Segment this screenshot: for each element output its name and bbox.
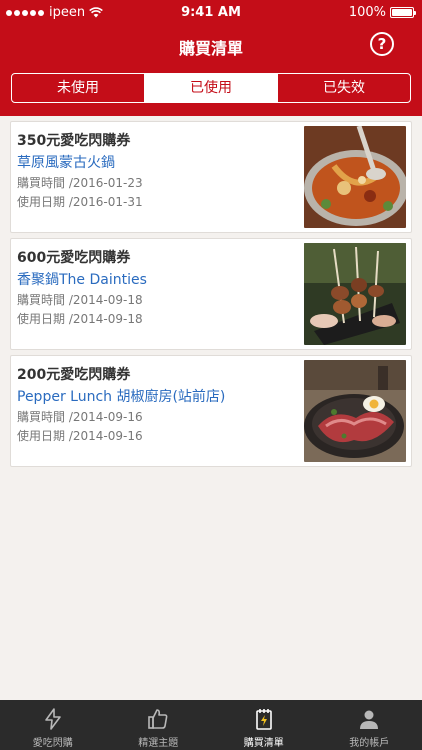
- battery-icon: [390, 7, 416, 18]
- use-date-row: 使用日期 /2016-01-31: [17, 195, 143, 209]
- use-date-row: 使用日期 /2014-09-16: [17, 429, 143, 443]
- header-bar: ipeen 9:41 AM 100% 購買清單 ? 未使用 已使用 已失效: [0, 0, 422, 116]
- skewers-photo: [304, 243, 406, 345]
- use-date-label: 使用日期: [17, 312, 66, 326]
- voucher-card[interactable]: 350元愛吃閃購券 草原風蒙古火鍋 購買時間 /2016-01-23 使用日期 …: [10, 121, 412, 233]
- use-date-value: 2014-09-16: [72, 429, 143, 443]
- voucher-title: 200元愛吃閃購券: [17, 367, 131, 383]
- voucher-card[interactable]: 600元愛吃閃購券 香聚鍋The Dainties 購買時間 /2014-09-…: [10, 238, 412, 350]
- use-date-value: 2014-09-18: [72, 312, 143, 326]
- page-title: 購買清單: [178, 39, 243, 58]
- lightning-icon: [44, 708, 61, 730]
- tab-flash-deals[interactable]: 愛吃閃購: [0, 700, 106, 750]
- tab-label: 購買清單: [243, 738, 284, 749]
- tab-label: 愛吃閃購: [32, 738, 73, 749]
- beef-hotplate-photo: [304, 360, 406, 462]
- voucher-store-name[interactable]: 香聚鍋The Dainties: [17, 269, 147, 289]
- voucher-card[interactable]: 200元愛吃閃購券 Pepper Lunch 胡椒廚房(站前店) 購買時間 /2…: [10, 355, 412, 467]
- use-date-label: 使用日期: [17, 195, 66, 209]
- purchase-time-row: 購買時間 /2016-01-23: [17, 176, 143, 190]
- segment-used[interactable]: 已使用: [144, 74, 277, 102]
- segment-expired[interactable]: 已失效: [277, 74, 410, 102]
- status-segmented-control: 未使用 已使用 已失效: [11, 73, 411, 103]
- status-bar: ipeen 9:41 AM 100%: [0, 0, 422, 26]
- battery-percent: 100%: [348, 5, 386, 20]
- tab-my-account[interactable]: 我的帳戶: [317, 700, 422, 750]
- purchase-time-label: 購買時間: [17, 410, 66, 424]
- bottom-tab-bar: 愛吃閃購 精選主題 購買清單 我的帳戶: [0, 700, 422, 750]
- purchase-time-label: 購買時間: [17, 293, 66, 307]
- voucher-title: 600元愛吃閃購券: [17, 250, 131, 266]
- use-date-value: 2016-01-31: [72, 195, 143, 209]
- segment-unused[interactable]: 未使用: [12, 74, 144, 102]
- tab-featured-topics[interactable]: 精選主題: [106, 700, 212, 750]
- purchase-time-label: 購買時間: [17, 176, 66, 190]
- voucher-store-name[interactable]: 草原風蒙古火鍋: [17, 152, 115, 172]
- thumbs-up-icon: [148, 709, 168, 729]
- voucher-title: 350元愛吃閃購券: [17, 133, 131, 149]
- help-button[interactable]: ?: [370, 32, 394, 56]
- purchase-time-row: 購買時間 /2014-09-18: [17, 293, 143, 307]
- purchase-time-value: 2014-09-18: [72, 293, 143, 307]
- tab-purchase-list[interactable]: 購買清單: [211, 700, 317, 750]
- purchase-time-value: 2016-01-23: [72, 176, 143, 190]
- purchase-time-row: 購買時間 /2014-09-16: [17, 410, 143, 424]
- tab-label: 我的帳戶: [349, 738, 390, 749]
- receipt-icon: [255, 709, 272, 730]
- voucher-store-name[interactable]: Pepper Lunch 胡椒廚房(站前店): [17, 386, 225, 406]
- use-date-row: 使用日期 /2014-09-18: [17, 312, 143, 326]
- hotpot-photo: [304, 126, 406, 228]
- tab-label: 精選主題: [138, 738, 179, 749]
- purchase-time-value: 2014-09-16: [72, 410, 143, 424]
- battery-group: 100%: [348, 5, 416, 20]
- use-date-label: 使用日期: [17, 429, 66, 443]
- person-icon: [360, 710, 379, 729]
